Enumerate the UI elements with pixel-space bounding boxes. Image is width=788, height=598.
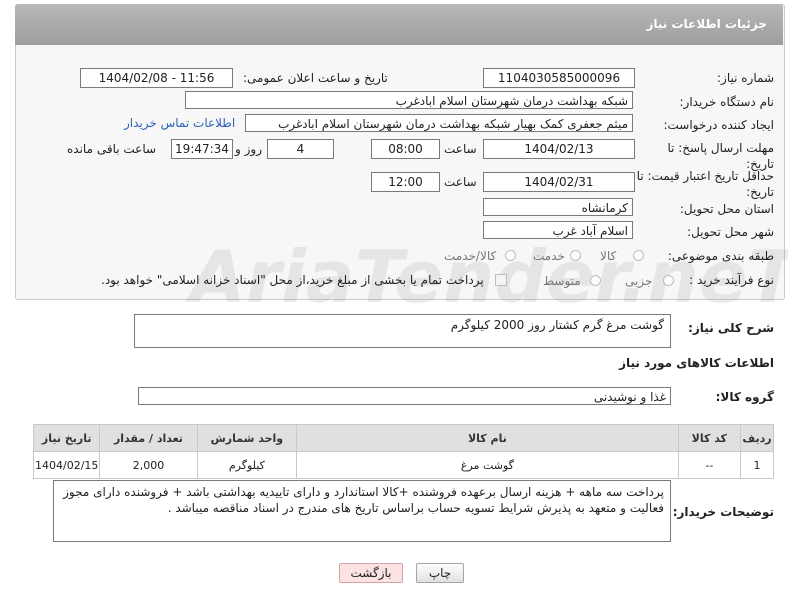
category-service-radio[interactable]: [570, 250, 581, 261]
deadline-date-field: 1404/02/13: [483, 139, 635, 159]
buyer-notes-text: پرداخت سه ماهه + هزینه ارسال برعهده فروش…: [63, 485, 664, 515]
col-code: کد کالا: [677, 424, 742, 452]
panel-header: جزئیات اطلاعات نیاز: [15, 4, 783, 45]
treasury-payment-checkbox[interactable]: [495, 274, 507, 286]
buyer-notes-textarea[interactable]: پرداخت سه ماهه + هزینه ارسال برعهده فروش…: [53, 480, 671, 542]
category-service-label: خدمت: [533, 249, 565, 263]
province-label: استان محل تحویل:: [679, 202, 774, 216]
category-goods-radio[interactable]: [633, 250, 644, 261]
process-medium-radio[interactable]: [590, 275, 601, 286]
panel-title: جزئیات اطلاعات نیاز: [646, 17, 767, 31]
goods-table-header: ردیف کد کالا نام کالا واحد شمارش تعداد /…: [32, 424, 774, 452]
goods-group-label: گروه کالا:: [715, 390, 774, 404]
buyer-org-label: نام دستگاه خریدار:: [679, 95, 775, 109]
process-medium-label: متوسط: [543, 274, 581, 288]
creator-label: ایجاد کننده درخواست:: [663, 118, 774, 132]
goods-section-title: اطلاعات کالاهای مورد نیاز: [619, 356, 774, 370]
validity-label: حداقل تاریخ اعتبار قیمت: تا تاریخ:: [636, 169, 774, 199]
buyer-contact-link[interactable]: اطلاعات تماس خریدار: [124, 116, 235, 130]
goods-group-field: غذا و نوشیدنی: [138, 387, 671, 405]
table-row: 1 -- گوشت مرغ کیلوگرم 2,000 1404/02/15: [32, 451, 774, 479]
description-label: شرح کلی نیاز:: [688, 321, 774, 335]
col-quantity: تعداد / مقدار: [99, 424, 198, 452]
category-label: طبقه بندی موضوعی:: [667, 249, 774, 263]
col-unit: واحد شمارش: [196, 424, 298, 452]
need-number-field: 1104030585000096: [483, 68, 635, 88]
col-need-date: تاریخ نیاز: [32, 424, 101, 452]
col-name: نام کالا: [296, 424, 679, 452]
province-field: کرمانشاه: [483, 198, 633, 216]
category-goods-service-label: کالا/خدمت: [444, 249, 497, 263]
goods-table: ردیف کد کالا نام کالا واحد شمارش تعداد /…: [32, 424, 774, 479]
deadline-time-field: 08:00: [371, 139, 440, 159]
remaining-time-field: 19:47:34: [171, 139, 233, 159]
announce-date-field: 1404/02/08 - 11:56: [80, 68, 233, 88]
cell-need-date: 1404/02/15: [32, 451, 101, 479]
cell-unit: کیلوگرم: [196, 451, 298, 479]
days-remaining-field: 4: [267, 139, 334, 159]
cell-code: --: [677, 451, 742, 479]
back-button[interactable]: بازگشت: [339, 563, 403, 583]
deadline-time-label: ساعت: [444, 142, 477, 156]
need-number-label: شماره نیاز:: [717, 71, 774, 85]
process-minor-radio[interactable]: [663, 275, 674, 286]
category-goods-service-radio[interactable]: [505, 250, 516, 261]
validity-date-field: 1404/02/31: [483, 172, 635, 192]
buyer-notes-label: توضیحات خریدار:: [672, 505, 774, 519]
col-row: ردیف: [740, 424, 774, 452]
description-text: گوشت مرغ گرم کشتار روز 2000 کیلوگرم: [450, 318, 664, 332]
remaining-time-label: ساعت باقی مانده: [67, 142, 157, 156]
city-label: شهر محل تحویل:: [687, 225, 774, 239]
creator-field: میثم جعفری کمک بهیار شبکه بهداشت درمان ش…: [245, 114, 633, 132]
description-textarea[interactable]: گوشت مرغ گرم کشتار روز 2000 کیلوگرم: [134, 314, 671, 348]
process-minor-label: جزیی: [625, 274, 653, 288]
treasury-payment-note: پرداخت تمام یا بخشی از مبلغ خرید،از محل …: [101, 273, 484, 287]
cell-quantity: 2,000: [99, 451, 198, 479]
category-goods-label: کالا: [600, 249, 617, 263]
city-field: اسلام آباد غرب: [483, 221, 633, 239]
process-type-label: نوع فرآیند خرید :: [689, 273, 774, 287]
announce-date-label: تاریخ و ساعت اعلان عمومی:: [243, 71, 388, 85]
cell-name: گوشت مرغ: [296, 451, 679, 479]
buyer-org-field: شبکه بهداشت درمان شهرستان اسلام ابادغرب: [185, 91, 633, 109]
validity-time-field: 12:00: [371, 172, 440, 192]
cell-row: 1: [740, 451, 774, 479]
validity-time-label: ساعت: [444, 175, 477, 189]
days-label: روز و: [235, 142, 262, 156]
print-button[interactable]: چاپ: [416, 563, 464, 583]
